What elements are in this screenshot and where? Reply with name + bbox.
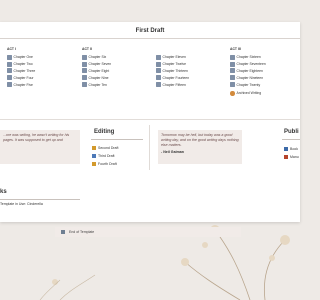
page-title: First Draft [135, 28, 165, 34]
document-icon [7, 75, 12, 81]
chapter-link[interactable]: Chapter Thirteen [156, 68, 189, 75]
document-icon [156, 68, 161, 74]
chapter-link[interactable]: Chapter Fourteen [156, 74, 189, 81]
document-icon [156, 75, 161, 81]
publishing-divider [282, 139, 300, 140]
quote-author: - Neil Gaiman [161, 150, 184, 154]
act-column: ACT II Chapter Six Chapter Seven Chapter… [82, 47, 111, 88]
chapter-link[interactable]: Chapter Five [7, 81, 35, 88]
book-icon [284, 147, 288, 151]
calendar-icon [61, 230, 65, 234]
document-icon [230, 61, 235, 67]
document-icon [230, 82, 235, 88]
document-icon [7, 68, 12, 74]
folder-icon [92, 162, 96, 166]
document-icon [230, 68, 235, 74]
archive-icon [230, 91, 235, 96]
document-icon [156, 61, 161, 67]
chapter-link[interactable]: Chapter Ten [82, 81, 111, 88]
chapter-link[interactable]: Chapter Sixteen [230, 54, 266, 61]
chapter-link[interactable]: Chapter One [7, 54, 35, 61]
chapter-link[interactable]: Chapter Eleven [156, 54, 189, 61]
tasks-heading: ks [0, 189, 7, 195]
act-column: ACT III Chapter Sixteen Chapter Seventee… [230, 47, 266, 97]
act-label: ACT II [82, 47, 92, 51]
notion-page: First Draft ACT I Chapter One Chapter Tw… [0, 22, 300, 222]
chapter-link[interactable]: Chapter Eighteen [230, 68, 266, 75]
title-divider [0, 38, 300, 39]
chapter-link[interactable]: Chapter Seventeen [230, 61, 266, 68]
folder-icon [92, 146, 96, 150]
publishing-heading: Publi [284, 129, 299, 135]
chapter-link[interactable]: Chapter Nine [82, 74, 111, 81]
template-note: Template in Use: Cinderella [0, 202, 43, 206]
editing-item[interactable]: Third Draft [92, 154, 115, 158]
document-icon [156, 82, 161, 88]
chapter-link[interactable]: Chapter Seven [82, 61, 111, 68]
editing-heading: Editing [94, 129, 115, 135]
quote-callout-right: Tomorrow may be hell, but today was a go… [158, 130, 242, 164]
document-icon [230, 75, 235, 81]
document-icon [82, 82, 87, 88]
end-of-template-callout: End of Template [55, 227, 241, 237]
document-icon [7, 82, 12, 88]
folder-icon [92, 154, 96, 158]
act-label: ACT III [230, 47, 241, 51]
document-icon [230, 54, 235, 60]
document-icon [82, 61, 87, 67]
editing-divider [91, 139, 143, 140]
chapter-link[interactable]: Chapter Twenty [230, 81, 266, 88]
act-label: ACT I [7, 47, 16, 51]
act-column: ACT I Chapter One Chapter Two Chapter Th… [7, 47, 35, 88]
chapter-link[interactable]: Chapter Four [7, 74, 35, 81]
document-icon [82, 68, 87, 74]
editing-item[interactable]: Second Draft [92, 146, 118, 150]
document-icon [7, 54, 12, 60]
document-icon [82, 75, 87, 81]
column-divider [149, 125, 150, 170]
document-icon [7, 61, 12, 67]
chapter-link[interactable]: Chapter Nineteen [230, 74, 266, 81]
document-icon [156, 54, 161, 60]
manuscript-icon [284, 155, 288, 159]
chapter-link[interactable]: Chapter Six [82, 54, 111, 61]
chapter-link[interactable]: Chapter Fifteen [156, 81, 189, 88]
archived-writing-link[interactable]: Archived Writing [230, 90, 266, 97]
publishing-item[interactable]: Book [284, 147, 298, 151]
document-icon [82, 54, 87, 60]
chapter-link[interactable]: Chapter Three [7, 68, 35, 75]
editing-item[interactable]: Fourth Draft [92, 162, 117, 166]
quote-callout-left: ...ore was writing, he wasn't writing fo… [0, 130, 80, 164]
chapter-link[interactable]: Chapter Twelve [156, 61, 189, 68]
publishing-item[interactable]: Manu [284, 155, 299, 159]
chapter-link[interactable]: Chapter Two [7, 61, 35, 68]
act-column: Chapter Eleven Chapter Twelve Chapter Th… [156, 54, 189, 88]
tasks-divider [0, 199, 80, 200]
section-divider [0, 119, 300, 120]
chapter-link[interactable]: Chapter Eight [82, 68, 111, 75]
